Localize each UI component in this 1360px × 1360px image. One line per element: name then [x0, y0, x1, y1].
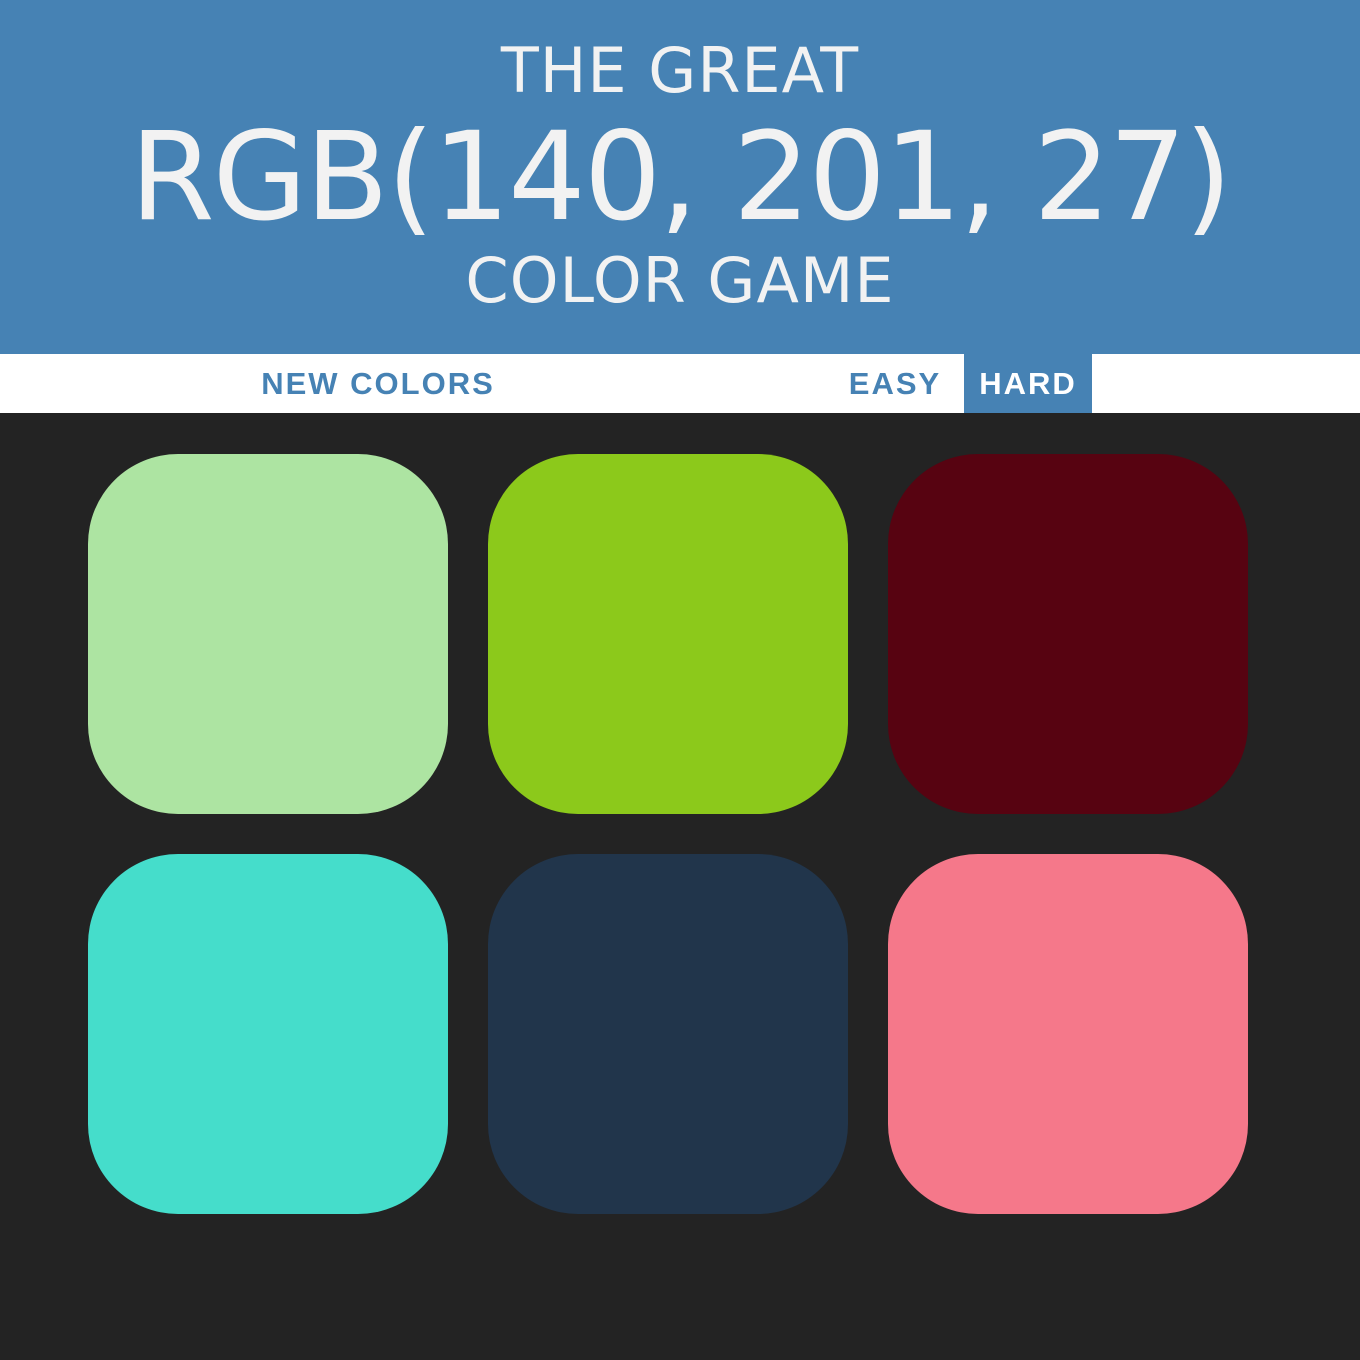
color-square[interactable]	[488, 454, 848, 814]
hard-mode-button[interactable]: HARD	[964, 354, 1092, 413]
target-color-display: RGB(140, 201, 27)	[129, 106, 1232, 248]
title-color-game: COLOR GAME	[465, 244, 895, 317]
control-stripe: NEW COLORS EASY HARD	[0, 354, 1360, 413]
color-square[interactable]	[88, 854, 448, 1214]
title-the-great: THE GREAT	[500, 34, 860, 107]
color-square[interactable]	[888, 854, 1248, 1214]
color-square[interactable]	[88, 454, 448, 814]
easy-mode-button[interactable]: EASY	[836, 354, 954, 413]
new-colors-button[interactable]: NEW COLORS	[246, 354, 510, 413]
color-square[interactable]	[488, 854, 848, 1214]
color-grid	[0, 413, 1360, 1360]
header: THE GREAT RGB(140, 201, 27) COLOR GAME	[0, 0, 1360, 354]
color-square[interactable]	[888, 454, 1248, 814]
